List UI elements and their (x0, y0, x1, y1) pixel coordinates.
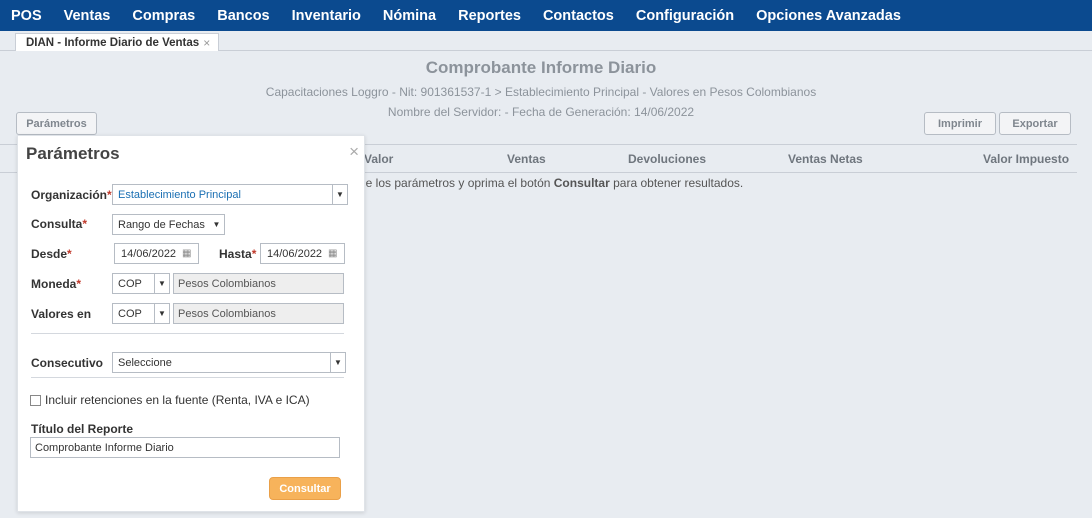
moneda-select[interactable]: COP ▼ (112, 273, 170, 294)
select-value: Seleccione (118, 356, 172, 369)
valores-en-label: Valores en (31, 307, 92, 321)
select-value: Rango de Fechas (118, 218, 205, 231)
consecutivo-select[interactable]: Seleccione ▼ (112, 352, 346, 373)
valores-name-field: Pesos Colombianos (173, 303, 344, 324)
titulo-reporte-label: Título del Reporte (31, 422, 133, 436)
label-text: Moneda (31, 277, 77, 291)
hasta-label: Hasta* (219, 247, 256, 261)
caret-down-icon[interactable]: ▼ (154, 274, 169, 293)
desde-date-input[interactable]: 14/06/2022 ▦ (114, 243, 199, 264)
message-text-start: le los parámetros y oprima el botón (363, 176, 554, 190)
desde-label: Desde* (31, 247, 72, 261)
calendar-icon[interactable]: ▦ (328, 248, 344, 259)
required-mark: * (107, 188, 112, 202)
imprimir-button[interactable]: Imprimir (924, 112, 996, 135)
caret-down-icon[interactable]: ▼ (154, 304, 169, 323)
valores-en-select[interactable]: COP ▼ (112, 303, 170, 324)
calendar-icon[interactable]: ▦ (182, 248, 198, 259)
label-text: Desde (31, 247, 68, 261)
label-text: Hasta (219, 247, 252, 261)
nav-ventas[interactable]: Ventas (64, 8, 111, 24)
nav-bancos[interactable]: Bancos (217, 8, 269, 24)
top-navigation: POS Ventas Compras Bancos Inventario Nóm… (0, 0, 1092, 31)
nav-contactos[interactable]: Contactos (543, 8, 614, 24)
divider (31, 333, 344, 334)
label-text: Consulta (31, 217, 83, 231)
required-mark: * (76, 277, 82, 291)
moneda-label: Moneda* (31, 277, 81, 291)
consecutivo-label: Consecutivo (31, 356, 104, 370)
panel-title: Parámetros (26, 144, 120, 163)
date-value: 14/06/2022 (267, 247, 323, 260)
parametros-button[interactable]: Parámetros (16, 112, 97, 135)
retenciones-checkbox[interactable] (30, 394, 41, 406)
nav-nomina[interactable]: Nómina (383, 8, 436, 24)
parametros-panel: Parámetros × Organización* Establecimien… (17, 135, 365, 512)
moneda-name-field: Pesos Colombianos (173, 273, 344, 294)
tab-informe-diario[interactable]: DIAN - Informe Diario de Ventas × (15, 33, 220, 51)
select-value: Establecimiento Principal (118, 188, 241, 201)
tab-bar: DIAN - Informe Diario de Ventas × (0, 31, 1092, 51)
column-valor: Valor (364, 152, 394, 166)
label-text: Organización (31, 188, 108, 202)
required-mark: * (251, 247, 257, 261)
caret-down-icon[interactable]: ▼ (330, 353, 345, 372)
nav-compras[interactable]: Compras (132, 8, 195, 24)
message-text-bold: Consultar (553, 176, 610, 190)
close-icon[interactable]: × (203, 36, 210, 50)
nav-configuracion[interactable]: Configuración (636, 8, 734, 24)
exportar-button[interactable]: Exportar (999, 112, 1071, 135)
retenciones-label: Incluir retenciones en la fuente (Renta,… (45, 393, 310, 407)
required-mark: * (82, 217, 88, 231)
required-mark: * (67, 247, 72, 261)
hasta-date-input[interactable]: 14/06/2022 ▦ (260, 243, 345, 264)
date-value: 14/06/2022 (121, 247, 177, 260)
organizacion-label: Organización* (31, 188, 112, 202)
divider (31, 377, 344, 378)
report-title: Comprobante Informe Diario (425, 58, 657, 77)
organizacion-select[interactable]: Establecimiento Principal ▼ (112, 184, 348, 205)
column-ventas-netas: Ventas Netas (788, 152, 863, 166)
caret-down-icon[interactable]: ▼ (209, 215, 224, 234)
titulo-reporte-input[interactable]: Comprobante Informe Diario (30, 437, 340, 458)
consultar-button[interactable]: Consultar (269, 477, 341, 500)
caret-down-icon[interactable]: ▼ (332, 185, 347, 204)
nav-opciones-avanzadas[interactable]: Opciones Avanzadas (756, 8, 901, 24)
nav-pos[interactable]: POS (11, 8, 42, 24)
retenciones-option[interactable]: Incluir retenciones en la fuente (Renta,… (30, 393, 310, 407)
close-icon[interactable]: × (349, 142, 359, 162)
select-value: COP (118, 277, 142, 290)
column-valor-impuesto: Valor Impuesto (983, 152, 1070, 166)
consulta-select[interactable]: Rango de Fechas ▼ (112, 214, 225, 235)
tab-label: DIAN - Informe Diario de Ventas (26, 36, 200, 49)
results-empty-message: le los parámetros y oprima el botón Cons… (363, 176, 743, 190)
consulta-label: Consulta* (31, 217, 87, 231)
column-ventas: Ventas (507, 152, 546, 166)
report-subtitle: Capacitaciones Loggro - Nit: 901361537-1… (265, 85, 817, 99)
nav-reportes[interactable]: Reportes (458, 8, 521, 24)
nav-inventario[interactable]: Inventario (292, 8, 361, 24)
report-meta: Nombre del Servidor: - Fecha de Generaci… (387, 105, 695, 119)
column-devoluciones: Devoluciones (628, 152, 707, 166)
message-text-end: para obtener resultados. (609, 176, 744, 190)
select-value: COP (118, 307, 142, 320)
